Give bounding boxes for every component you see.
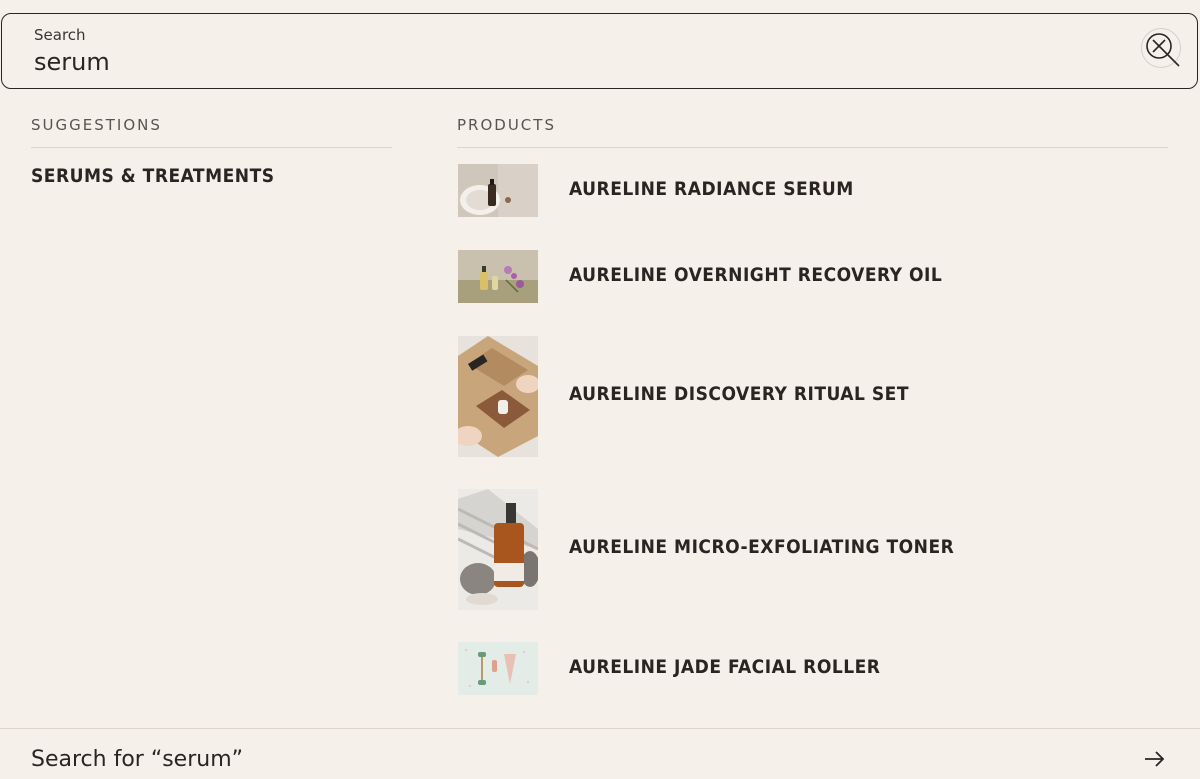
clear-search-button[interactable]	[1141, 28, 1181, 68]
search-field[interactable]: Search	[1, 13, 1198, 89]
product-item-discovery-ritual-set[interactable]: Aureline Discovery Ritual Set	[457, 336, 1168, 457]
arrow-right-icon	[1145, 751, 1165, 767]
search-label: Search	[34, 26, 86, 44]
product-name: Aureline Jade Facial Roller	[569, 656, 881, 678]
product-name: Aureline Overnight Recovery Oil	[569, 264, 943, 286]
suggestions-divider	[31, 147, 392, 148]
suggestions-heading: SUGGESTIONS	[31, 116, 162, 134]
predictive-search-panel: Search SUGGESTIONS Serums & Treatments P…	[0, 0, 1200, 779]
product-name: Aureline Radiance Serum	[569, 178, 854, 200]
product-name: Aureline Discovery Ritual Set	[569, 383, 910, 405]
products-heading: PRODUCTS	[457, 116, 556, 134]
facial-rollers-image	[458, 642, 538, 695]
product-item-overnight-recovery-oil[interactable]: Aureline Overnight Recovery Oil	[457, 250, 1168, 304]
product-item-radiance-serum[interactable]: Aureline Radiance Serum	[457, 164, 1168, 218]
gift-box-with-bottle-image	[458, 336, 538, 457]
product-item-jade-facial-roller[interactable]: Aureline Jade Facial Roller	[457, 642, 1168, 696]
products-divider	[457, 147, 1168, 148]
oil-bottles-with-flowers-image	[458, 250, 538, 303]
product-name: Aureline Micro-Exfoliating Toner	[569, 536, 955, 558]
search-input[interactable]	[34, 48, 1034, 76]
suggestion-item[interactable]: Serums & Treatments	[31, 165, 275, 187]
search-for-label: Search for “serum”	[31, 747, 244, 772]
search-for-query-button[interactable]: Search for “serum”	[0, 729, 1200, 779]
amber-dropper-bottle-image	[458, 489, 538, 610]
serum-bottle-on-dish-image	[458, 164, 538, 217]
close-icon	[1146, 33, 1180, 67]
product-item-micro-exfoliating-toner[interactable]: Aureline Micro-Exfoliating Toner	[457, 489, 1168, 610]
